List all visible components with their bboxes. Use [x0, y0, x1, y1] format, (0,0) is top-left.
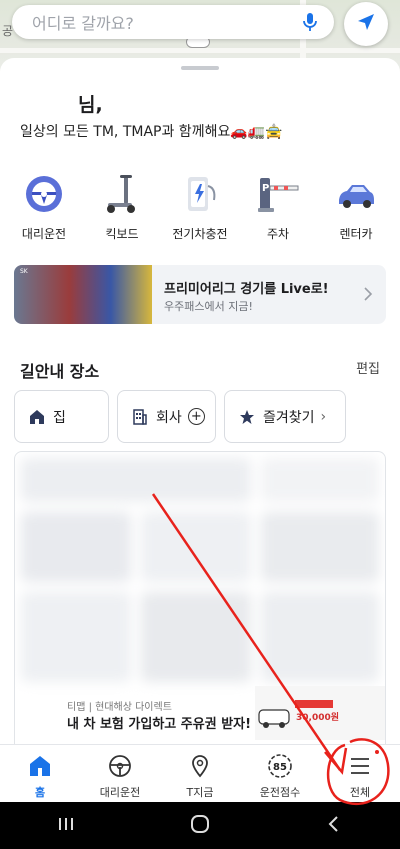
ad-message: 내 차 보험 가입하고 주유권 받자!	[67, 717, 252, 732]
ev-charger-icon	[176, 170, 224, 218]
nav-driving-score[interactable]: 85 운전점수	[240, 745, 320, 802]
bottom-navigation: 홈 대리운전 T지금 85 운전점수 전체	[0, 744, 400, 802]
recent-apps-icon[interactable]	[56, 814, 76, 838]
chip-home[interactable]: 집	[14, 390, 109, 443]
service-parking[interactable]: P 주차	[248, 170, 308, 242]
chip-label: 집	[53, 409, 66, 426]
nav-designated-driver[interactable]: 대리운전	[80, 745, 160, 802]
nav-home[interactable]: 홈	[0, 745, 80, 802]
home-button-icon[interactable]	[189, 813, 211, 839]
kickboard-icon	[98, 170, 146, 218]
nav-label: 운전점수	[259, 786, 301, 799]
service-shortcuts: 대리운전 킥보드 전기차충전 P 주차 렌터카	[14, 170, 386, 242]
microphone-icon[interactable]	[300, 12, 320, 32]
chip-work[interactable]: 회사 +	[117, 390, 216, 443]
search-bar[interactable]: 어디로 갈까요?	[12, 5, 334, 39]
sheet-drag-handle[interactable]	[181, 66, 219, 70]
svg-text:P: P	[262, 183, 269, 194]
score-value: 85	[273, 762, 287, 773]
chip-favorites[interactable]: 즐겨찾기 ›	[224, 390, 346, 443]
nav-label: T지금	[186, 786, 214, 799]
places-section-title: 길안내 장소	[20, 362, 100, 381]
search-placeholder: 어디로 갈까요?	[32, 14, 134, 33]
menu-icon	[347, 753, 373, 779]
service-rental-car[interactable]: 렌터카	[326, 170, 386, 242]
home-icon	[27, 753, 53, 779]
location-pin-icon	[187, 753, 213, 779]
add-icon[interactable]: +	[187, 408, 205, 425]
ad-promo-amount: 30,000원	[296, 711, 339, 723]
back-icon[interactable]	[324, 814, 344, 838]
score-icon: 85	[267, 753, 293, 779]
nav-label: 홈	[34, 786, 46, 799]
ad-promo-image: 30,000원	[255, 686, 385, 740]
banner-brand-tag: SK	[20, 268, 28, 275]
service-label: 전기차충전	[172, 227, 228, 241]
chevron-right-icon	[362, 285, 374, 303]
user-name: 님,	[78, 94, 103, 116]
system-navigation-bar	[0, 802, 400, 849]
home-icon	[29, 409, 45, 425]
recent-places-card: 티맵 | 현대해상 다이렉트 내 차 보험 가입하고 주유권 받자! 30,00…	[14, 451, 386, 744]
edit-button[interactable]: 편집	[356, 358, 380, 377]
steering-wheel-icon	[20, 170, 68, 218]
service-ev-charging[interactable]: 전기차충전	[170, 170, 230, 242]
service-label: 킥보드	[105, 227, 139, 241]
service-kickboard[interactable]: 킥보드	[92, 170, 152, 242]
building-icon	[132, 408, 148, 425]
nav-label: 전체	[349, 786, 371, 799]
chip-label: 회사	[156, 409, 182, 426]
insurance-ad[interactable]: 티맵 | 현대해상 다이렉트 내 차 보험 가입하고 주유권 받자! 30,00…	[15, 686, 385, 744]
rental-car-icon	[332, 170, 380, 218]
chip-label: 즐겨찾기	[263, 409, 315, 426]
banner-subtitle: 우주패스에서 지금!	[164, 300, 253, 313]
home-sheet: 님, 일상의 모든 TM, TMAP과 함께해요🚗🚛🚖 대리운전 킥보드 전기차…	[0, 58, 400, 744]
chevron-right-icon: ›	[320, 408, 327, 425]
ad-source: 티맵 | 현대해상 다이렉트	[67, 702, 172, 713]
nav-t-now[interactable]: T지금	[160, 745, 240, 802]
steering-wheel-icon	[107, 753, 133, 779]
greeting-text: 일상의 모든 TM, TMAP과 함께해요🚗🚛🚖	[20, 124, 283, 140]
banner-title: 프리미어리그 경기를 Live로!	[164, 282, 329, 297]
nav-label: 대리운전	[99, 786, 141, 799]
star-icon	[239, 409, 255, 425]
service-label: 렌터카	[339, 227, 373, 241]
banner-image: SK	[14, 265, 152, 324]
service-label: 주차	[266, 227, 290, 241]
service-designated-driver[interactable]: 대리운전	[14, 170, 74, 242]
promo-banner[interactable]: SK 프리미어리그 경기를 Live로! 우주패스에서 지금!	[14, 265, 386, 324]
service-label: 대리운전	[21, 227, 67, 241]
parking-icon: P	[254, 170, 302, 218]
nav-all-menu[interactable]: 전체	[320, 745, 400, 802]
current-location-button[interactable]	[344, 2, 388, 46]
blurred-content	[21, 458, 379, 694]
navigation-arrow-icon	[356, 12, 376, 36]
